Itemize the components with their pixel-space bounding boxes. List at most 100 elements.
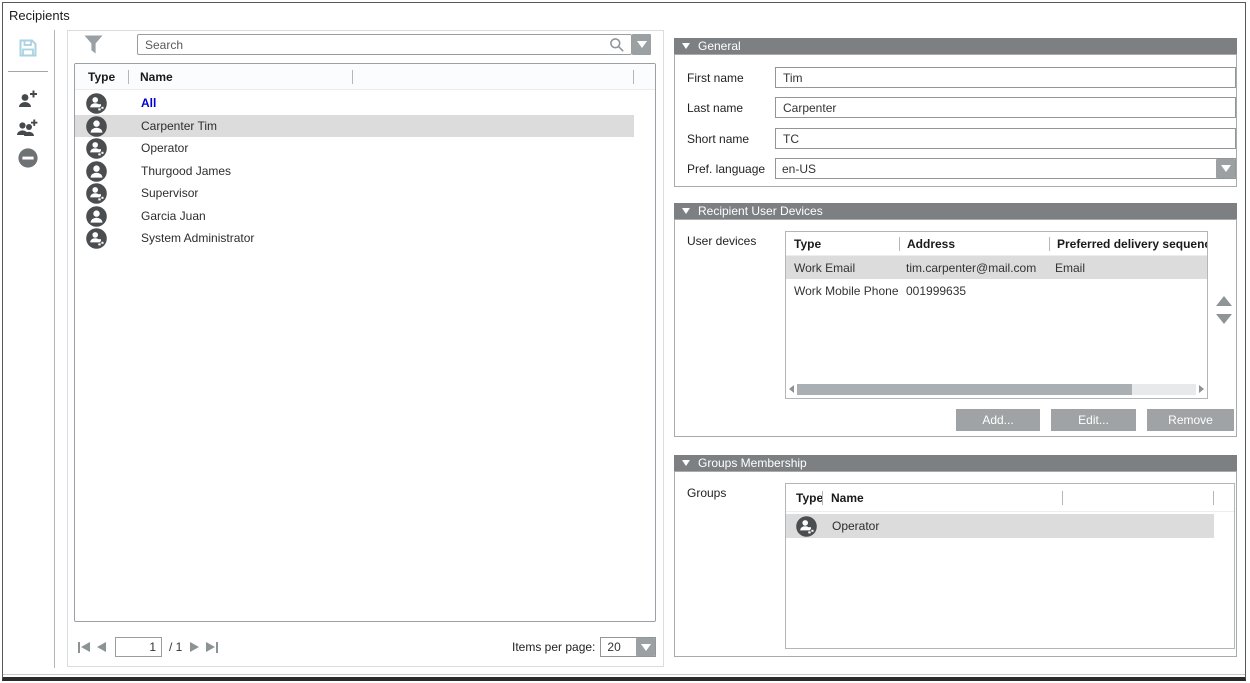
group-icon: [796, 516, 817, 537]
section-header-devices[interactable]: Recipient User Devices: [674, 203, 1237, 219]
save-button[interactable]: [16, 36, 40, 60]
toolbar-separator: [54, 30, 55, 668]
recipient-list-header: Type Name: [75, 64, 655, 90]
devices-table-header: Type Address Preferred delivery sequence: [786, 232, 1207, 256]
last-page-icon: [206, 642, 215, 652]
scroll-right-icon[interactable]: [1199, 385, 1204, 393]
add-group-button[interactable]: [15, 116, 39, 140]
pref-language-label: Pref. language: [687, 162, 765, 176]
groups-label: Groups: [687, 486, 726, 500]
column-header-type[interactable]: Type: [786, 237, 899, 251]
list-item-all[interactable]: All: [75, 92, 634, 115]
collapse-icon: [682, 208, 690, 214]
move-down-icon[interactable]: [1216, 314, 1232, 324]
first-page-icon: [78, 642, 80, 653]
previous-page-icon: [97, 642, 106, 652]
items-per-page-dropdown-button[interactable]: [636, 638, 655, 656]
add-device-button[interactable]: Add...: [956, 409, 1040, 431]
next-page-button[interactable]: [189, 641, 200, 653]
section-groups: Groups Type Name Operator: [674, 471, 1237, 657]
remove-device-button[interactable]: Remove: [1147, 409, 1234, 431]
delete-button[interactable]: [16, 146, 40, 170]
column-divider[interactable]: [352, 70, 353, 84]
items-per-page: Items per page: 20: [512, 637, 656, 657]
user-icon: [86, 206, 107, 227]
first-page-button[interactable]: [77, 641, 91, 654]
dropdown-icon: [641, 644, 651, 651]
add-recipient-button[interactable]: [16, 87, 40, 111]
pref-language-dropdown-button[interactable]: [1216, 159, 1235, 178]
devices-buttons: Add... Edit... Remove: [675, 409, 1236, 431]
remove-icon: [17, 147, 39, 169]
device-row-work-email[interactable]: Work Email tim.carpenter@mail.com Email: [786, 256, 1207, 279]
search-bar: [137, 34, 651, 55]
previous-page-button[interactable]: [96, 641, 107, 653]
short-name-field[interactable]: [775, 128, 1236, 149]
section-devices: User devices Type Address Preferred deli…: [674, 219, 1237, 437]
section-general: First name Last name Short name Pref. la…: [674, 54, 1237, 187]
last-page-button[interactable]: [205, 641, 219, 654]
horizontal-scrollbar[interactable]: [789, 383, 1204, 395]
scrollbar-track[interactable]: [797, 384, 1196, 395]
dropdown-icon: [637, 41, 647, 48]
section-header-groups[interactable]: Groups Membership: [674, 455, 1237, 471]
column-header-address[interactable]: Address: [900, 237, 1049, 251]
move-up-icon[interactable]: [1216, 296, 1232, 306]
list-item-carpenter-tim[interactable]: Carpenter Tim: [75, 115, 634, 138]
column-header-preferred-delivery[interactable]: Preferred delivery sequence: [1050, 237, 1207, 251]
pagination: / 1: [77, 637, 219, 657]
last-name-field[interactable]: [775, 97, 1236, 118]
devices-table: Type Address Preferred delivery sequence…: [785, 231, 1208, 399]
search-input[interactable]: [137, 34, 632, 55]
pref-language-select[interactable]: en-US: [775, 158, 1236, 179]
recipient-list: Type Name All Carpenter Tim Operator Thu…: [74, 63, 656, 622]
page-number-input[interactable]: [115, 637, 162, 657]
group-icon: [86, 138, 107, 159]
list-item-garcia-juan[interactable]: Garcia Juan: [75, 205, 634, 228]
column-divider[interactable]: [1062, 491, 1063, 505]
group-row-operator[interactable]: Operator: [786, 514, 1214, 538]
column-divider[interactable]: [633, 70, 634, 84]
groups-table: Type Name Operator: [785, 483, 1235, 649]
group-icon: [86, 93, 107, 114]
filter-icon: [83, 33, 104, 56]
search-options-button[interactable]: [632, 34, 651, 55]
list-item-operator[interactable]: Operator: [75, 137, 634, 160]
scrollbar-thumb[interactable]: [797, 384, 1132, 395]
column-header-type[interactable]: Type: [75, 70, 128, 84]
edit-device-button[interactable]: Edit...: [1051, 409, 1136, 431]
filter-button[interactable]: [83, 33, 105, 57]
column-header-type[interactable]: Type: [786, 491, 822, 505]
user-icon: [86, 116, 107, 137]
add-person-icon: [17, 88, 39, 110]
section-title: General: [698, 39, 741, 53]
toolbar-divider: [8, 71, 48, 72]
column-header-name[interactable]: Name: [823, 491, 1062, 505]
device-row-work-mobile-phone[interactable]: Work Mobile Phone 001999635: [786, 279, 1207, 302]
next-page-icon: [190, 642, 199, 652]
first-name-field[interactable]: [775, 67, 1236, 88]
page-count-label: / 1: [169, 640, 182, 654]
list-item-supervisor[interactable]: Supervisor: [75, 182, 634, 205]
list-item-thurgood-james[interactable]: Thurgood James: [75, 160, 634, 183]
dropdown-icon: [1221, 165, 1231, 172]
group-icon: [86, 183, 107, 204]
group-icon: [86, 228, 107, 249]
items-per-page-label: Items per page:: [512, 640, 595, 654]
list-item-system-administrator[interactable]: System Administrator: [75, 227, 634, 250]
column-header-name[interactable]: Name: [129, 70, 352, 84]
section-header-general[interactable]: General: [674, 38, 1237, 54]
user-icon: [86, 161, 107, 182]
scroll-left-icon[interactable]: [789, 385, 794, 393]
search-icon: [609, 37, 625, 58]
column-divider[interactable]: [1213, 491, 1214, 505]
save-icon: [17, 37, 39, 59]
items-per-page-select[interactable]: 20: [600, 637, 656, 657]
groups-table-header: Type Name: [786, 484, 1234, 512]
first-name-label: First name: [687, 71, 744, 85]
last-name-label: Last name: [687, 101, 743, 115]
user-devices-label: User devices: [687, 234, 756, 248]
page-title: Recipients: [9, 8, 70, 23]
short-name-label: Short name: [687, 132, 749, 146]
recipient-rows: All Carpenter Tim Operator Thurgood Jame…: [75, 92, 655, 250]
